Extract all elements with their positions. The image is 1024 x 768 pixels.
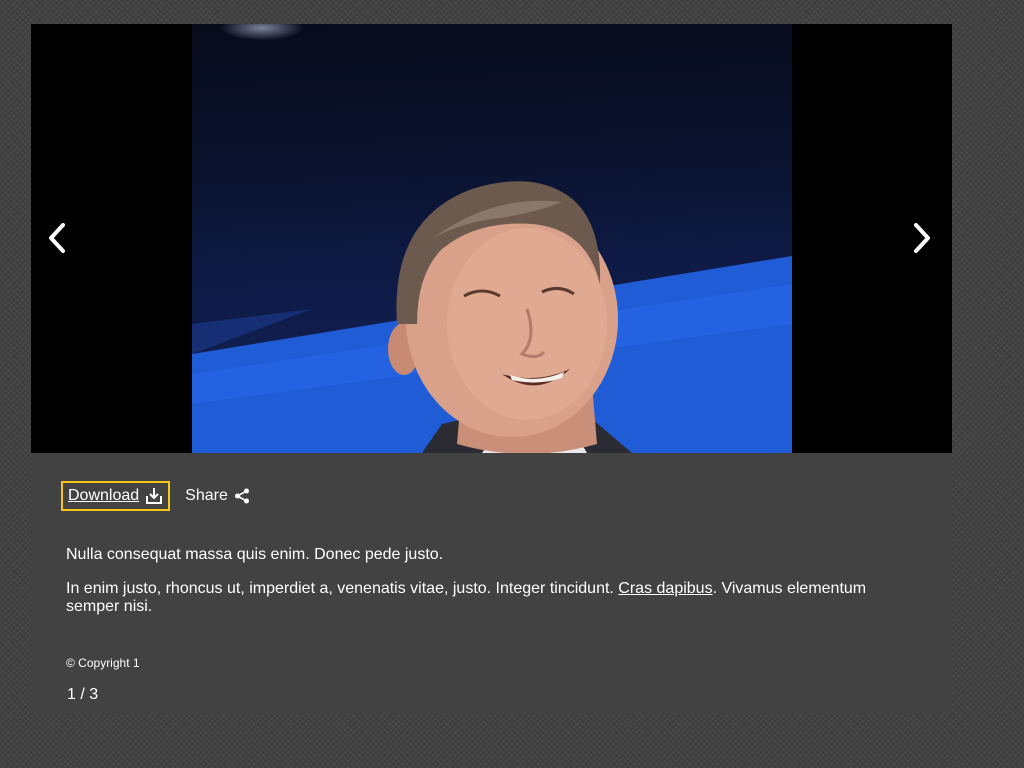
action-bar: Download Share	[61, 481, 250, 511]
share-icon	[234, 488, 249, 504]
next-button[interactable]	[898, 214, 946, 262]
lightbox: Download Share Nulla consequat massa qui…	[31, 24, 952, 714]
image-stage	[31, 24, 952, 453]
caption-text: In enim justo, rhoncus ut, imperdiet a, …	[66, 580, 619, 597]
chevron-right-icon	[914, 223, 930, 253]
caption-panel: Download Share Nulla consequat massa qui…	[31, 453, 952, 714]
share-label: Share	[185, 487, 228, 504]
chevron-left-icon	[49, 223, 65, 253]
download-label: Download	[68, 487, 140, 504]
previous-button[interactable]	[33, 214, 81, 262]
caption-link[interactable]: Cras dapibus	[618, 580, 712, 597]
download-button[interactable]: Download	[61, 481, 171, 511]
caption-paragraph: In enim justo, rhoncus ut, imperdiet a, …	[66, 580, 896, 616]
caption-paragraph: Nulla consequat massa quis enim. Donec p…	[66, 546, 444, 563]
gallery-photo	[192, 24, 792, 453]
image-counter: 1 / 3	[67, 686, 99, 703]
download-icon	[146, 488, 163, 504]
copyright-text: © Copyright 1	[66, 656, 140, 670]
image-caption: Nulla consequat massa quis enim. Donec p…	[66, 546, 896, 616]
share-button[interactable]: Share	[185, 487, 250, 505]
